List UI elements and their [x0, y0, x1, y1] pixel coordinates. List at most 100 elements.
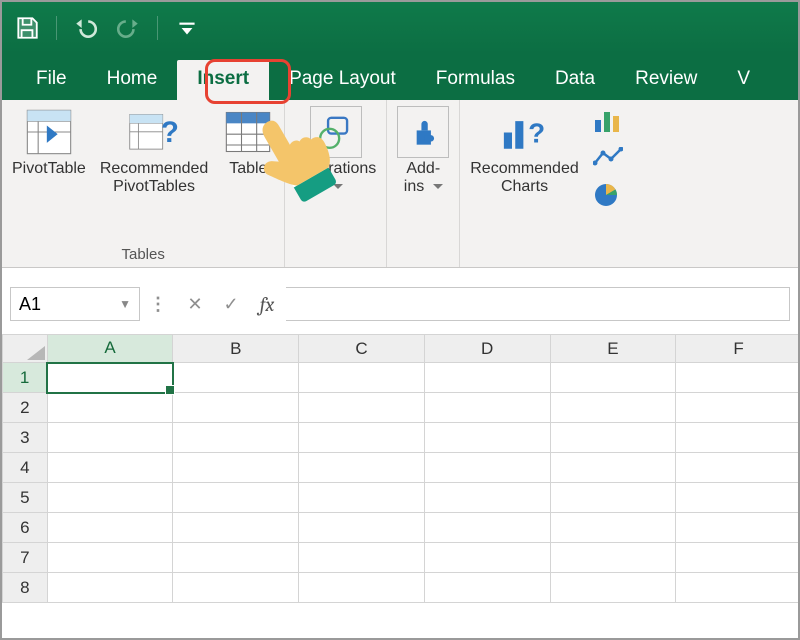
formula-input[interactable]	[286, 287, 790, 321]
cell[interactable]	[299, 513, 425, 543]
row-header-1[interactable]: 1	[3, 363, 48, 393]
cell[interactable]	[299, 453, 425, 483]
cell-A1[interactable]	[47, 363, 173, 393]
name-box[interactable]: A1 ▼	[10, 287, 140, 321]
tab-review[interactable]: Review	[615, 60, 717, 100]
recommended-charts-button[interactable]: ? RecommendedCharts	[470, 106, 579, 197]
cell[interactable]	[299, 363, 425, 393]
row-header-2[interactable]: 2	[3, 393, 48, 423]
formula-bar-expand[interactable]: ⋮	[142, 287, 176, 321]
cell[interactable]	[424, 573, 550, 603]
cell[interactable]	[424, 363, 550, 393]
cell[interactable]	[424, 483, 550, 513]
cell[interactable]	[676, 483, 798, 513]
save-button[interactable]	[10, 11, 44, 45]
cell[interactable]	[550, 363, 676, 393]
tab-data[interactable]: Data	[535, 60, 615, 100]
row-header-7[interactable]: 7	[3, 543, 48, 573]
tab-view-partial[interactable]: V	[717, 60, 770, 100]
cell[interactable]	[424, 543, 550, 573]
cell[interactable]	[47, 423, 173, 453]
cell[interactable]	[550, 423, 676, 453]
cell[interactable]	[676, 393, 798, 423]
cell[interactable]	[550, 543, 676, 573]
cell[interactable]	[676, 543, 798, 573]
addins-button[interactable]: Add-ins	[397, 106, 449, 197]
cell[interactable]	[676, 453, 798, 483]
cell[interactable]	[676, 513, 798, 543]
cell[interactable]	[550, 573, 676, 603]
row-header-3[interactable]: 3	[3, 423, 48, 453]
cell[interactable]	[299, 423, 425, 453]
cell[interactable]	[424, 423, 550, 453]
cell[interactable]	[676, 423, 798, 453]
row-header-8[interactable]: 8	[3, 573, 48, 603]
cell[interactable]	[424, 453, 550, 483]
illustrations-button[interactable]: Illustrations	[295, 106, 376, 197]
cell[interactable]	[47, 483, 173, 513]
pie-chart-button[interactable]	[593, 182, 623, 213]
cell[interactable]	[550, 513, 676, 543]
cell[interactable]	[173, 363, 299, 393]
cell[interactable]	[299, 483, 425, 513]
svg-text:?: ?	[161, 116, 179, 149]
cell[interactable]	[550, 453, 676, 483]
cell[interactable]	[299, 573, 425, 603]
insert-function-button[interactable]: fx	[250, 287, 284, 321]
quick-access-toolbar	[2, 2, 798, 54]
undo-icon	[73, 15, 99, 41]
worksheet-grid[interactable]: A B C D E F 1 2 3 4 5 6 7 8	[2, 334, 798, 603]
cell[interactable]	[47, 543, 173, 573]
tab-home[interactable]: Home	[87, 60, 178, 100]
cell[interactable]	[424, 513, 550, 543]
tab-page-layout[interactable]: Page Layout	[269, 60, 416, 100]
cell[interactable]	[173, 573, 299, 603]
shapes-icon	[310, 106, 362, 158]
cell[interactable]	[173, 393, 299, 423]
column-header-D[interactable]: D	[424, 335, 550, 363]
cell[interactable]	[299, 543, 425, 573]
redo-button[interactable]	[111, 11, 145, 45]
enter-formula-button[interactable]: ✓	[214, 287, 248, 321]
column-header-E[interactable]: E	[550, 335, 676, 363]
table-label: Table	[229, 160, 267, 178]
cell[interactable]	[173, 483, 299, 513]
pivottable-icon	[23, 106, 75, 158]
cell[interactable]	[299, 393, 425, 423]
qat-customize-button[interactable]	[170, 11, 204, 45]
undo-button[interactable]	[69, 11, 103, 45]
cancel-formula-button[interactable]: ✕	[178, 287, 212, 321]
column-header-A[interactable]: A	[47, 335, 173, 363]
svg-text:?: ?	[528, 117, 545, 148]
line-chart-button[interactable]	[593, 147, 623, 172]
cell[interactable]	[676, 363, 798, 393]
cell[interactable]	[550, 393, 676, 423]
tab-insert[interactable]: Insert	[177, 60, 269, 100]
cell[interactable]	[676, 573, 798, 603]
row-header-5[interactable]: 5	[3, 483, 48, 513]
column-chart-button[interactable]	[593, 110, 623, 137]
cell[interactable]	[173, 513, 299, 543]
ribbon-insert: PivotTable ? RecommendedPivotTables Tabl…	[2, 100, 798, 268]
cell[interactable]	[173, 423, 299, 453]
row-header-4[interactable]: 4	[3, 453, 48, 483]
cell[interactable]	[424, 393, 550, 423]
pivottable-button[interactable]: PivotTable	[12, 106, 86, 178]
tab-file[interactable]: File	[16, 60, 87, 100]
column-header-F[interactable]: F	[676, 335, 798, 363]
column-header-B[interactable]: B	[173, 335, 299, 363]
cell[interactable]	[47, 393, 173, 423]
column-header-C[interactable]: C	[299, 335, 425, 363]
group-charts: ? RecommendedCharts	[460, 100, 633, 267]
row-header-6[interactable]: 6	[3, 513, 48, 543]
cell[interactable]	[173, 543, 299, 573]
cell[interactable]	[550, 483, 676, 513]
select-all-corner[interactable]	[3, 335, 48, 363]
cell[interactable]	[47, 573, 173, 603]
tab-formulas[interactable]: Formulas	[416, 60, 535, 100]
cell[interactable]	[47, 453, 173, 483]
recommended-pivottables-button[interactable]: ? RecommendedPivotTables	[100, 106, 209, 197]
cell[interactable]	[47, 513, 173, 543]
table-button[interactable]: Table	[222, 106, 274, 178]
cell[interactable]	[173, 453, 299, 483]
